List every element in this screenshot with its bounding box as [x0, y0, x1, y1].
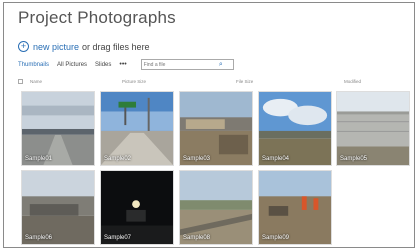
- search-box[interactable]: Find a file ⌕: [140, 59, 234, 70]
- view-thumbnails[interactable]: Thumbnails: [18, 62, 49, 68]
- column-headers: Name Picture Size File Size Modified: [18, 79, 410, 87]
- photo-image: [22, 171, 94, 244]
- photo-image: [101, 171, 173, 244]
- photo-image: [259, 171, 331, 244]
- view-switcher: Thumbnails All Pictures Slides ••• Find …: [18, 59, 234, 70]
- photo-tile[interactable]: Sample01: [21, 91, 95, 166]
- photo-label: Sample04: [262, 156, 290, 162]
- photo-label: Sample07: [104, 235, 132, 241]
- more-views-button[interactable]: •••: [119, 61, 126, 68]
- photo-tile[interactable]: Sample06: [21, 170, 95, 245]
- photo-image: [180, 92, 252, 165]
- search-input[interactable]: Find a file: [144, 62, 166, 68]
- photo-image: [259, 92, 331, 165]
- photo-tile[interactable]: Sample08: [179, 170, 253, 245]
- page-title: Project Photographs: [18, 8, 176, 27]
- photo-label: Sample01: [25, 156, 53, 162]
- photo-tile[interactable]: Sample07: [100, 170, 174, 245]
- photo-tile[interactable]: Sample03: [179, 91, 253, 166]
- document-library: Project Photographs + new picture or dra…: [3, 2, 415, 248]
- photo-tile[interactable]: Sample04: [258, 91, 332, 166]
- photo-image: [180, 171, 252, 244]
- photo-label: Sample03: [183, 156, 211, 162]
- select-all-checkbox[interactable]: [18, 79, 23, 85]
- photo-label: Sample05: [340, 156, 368, 162]
- view-all-pictures[interactable]: All Pictures: [57, 62, 87, 68]
- column-name[interactable]: Name: [30, 79, 42, 84]
- photo-image: [101, 92, 173, 165]
- column-picture-size[interactable]: Picture Size: [122, 79, 146, 84]
- new-picture-link[interactable]: new picture: [33, 42, 79, 52]
- photo-tile[interactable]: Sample09: [258, 170, 332, 245]
- drag-hint: or drag files here: [82, 41, 150, 52]
- column-file-size[interactable]: File Size: [236, 79, 253, 84]
- photo-image: [337, 92, 409, 165]
- photo-tile[interactable]: Sample02: [100, 91, 174, 166]
- plus-circle-icon[interactable]: +: [18, 41, 29, 52]
- new-picture-row: + new picture or drag files here: [18, 41, 150, 52]
- photo-label: Sample06: [25, 235, 53, 241]
- photo-label: Sample09: [262, 235, 290, 241]
- photo-image: [22, 92, 94, 165]
- photo-label: Sample02: [104, 156, 132, 162]
- photo-tile[interactable]: Sample05: [336, 91, 410, 166]
- column-modified[interactable]: Modified: [344, 79, 361, 84]
- view-slides[interactable]: Slides: [95, 62, 111, 68]
- search-icon[interactable]: ⌕: [219, 61, 223, 69]
- photo-label: Sample08: [183, 235, 211, 241]
